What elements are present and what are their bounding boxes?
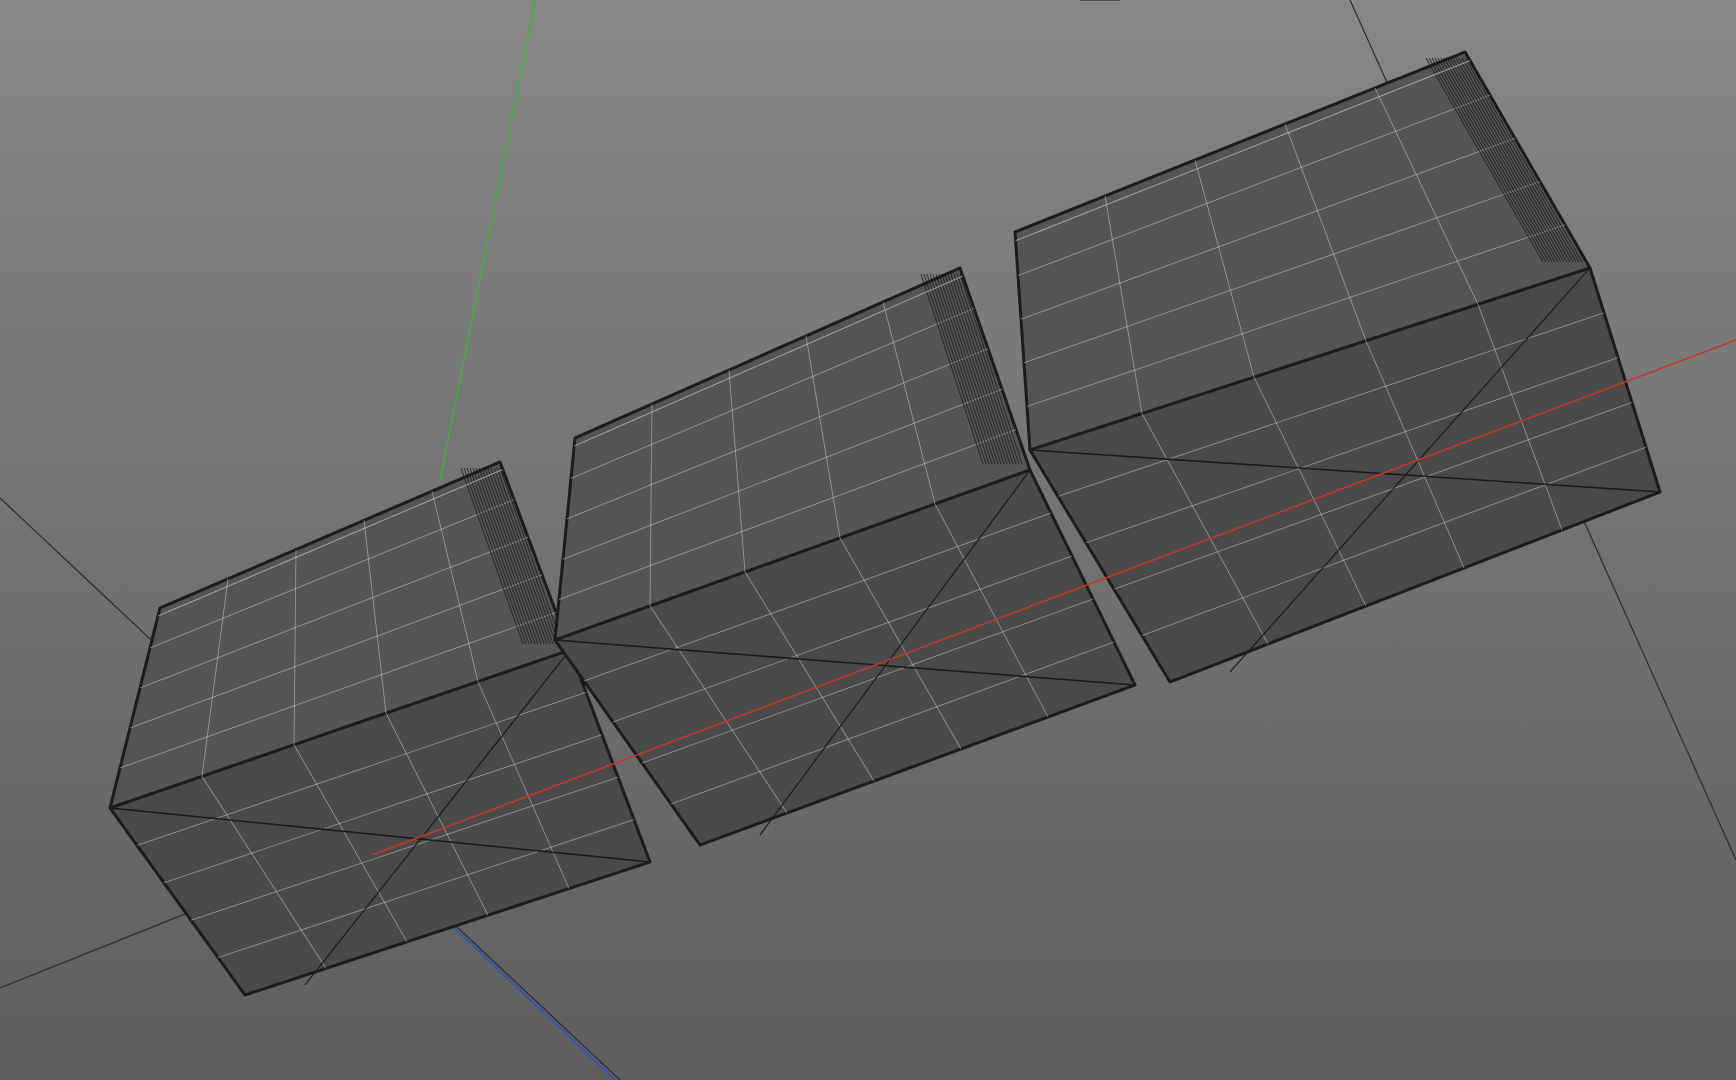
3d-viewport[interactable] [0,0,1736,1080]
viewport-canvas[interactable] [0,0,1736,1080]
